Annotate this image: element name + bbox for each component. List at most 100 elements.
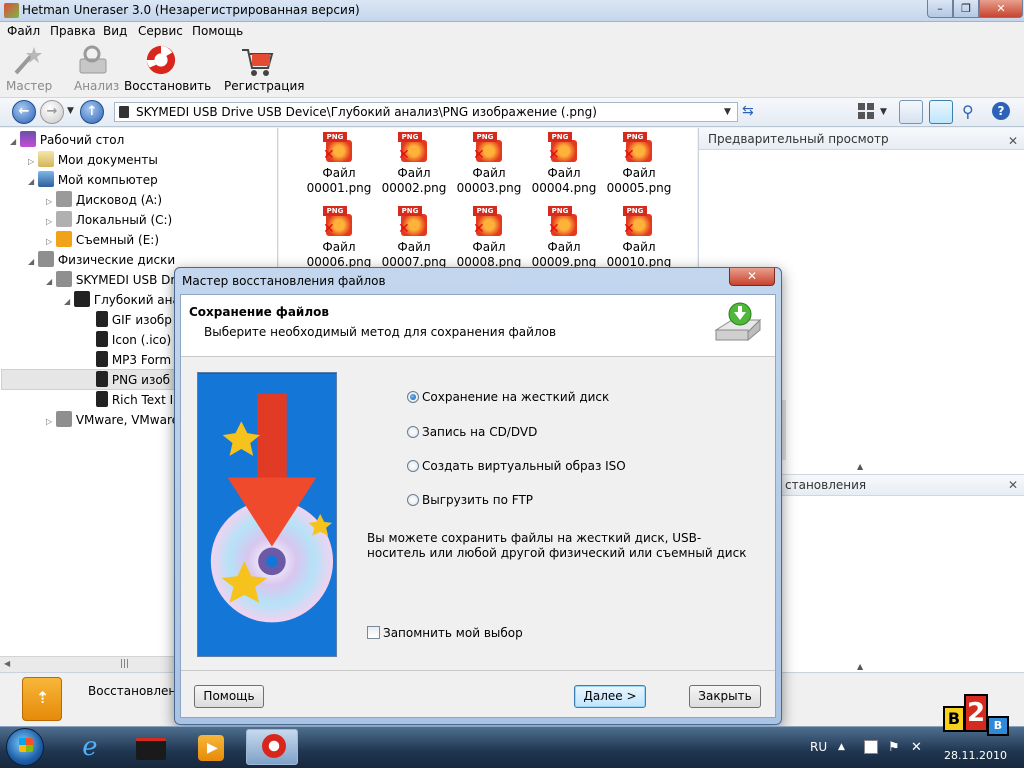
help-button[interactable]: Помощь <box>194 685 264 708</box>
history-dropdown-icon[interactable]: ▼ <box>67 106 74 116</box>
usb-disk-icon <box>55 271 72 287</box>
collapse-up-icon-2[interactable]: ▲ <box>857 662 863 671</box>
menu-file[interactable]: Файл <box>7 24 40 38</box>
back-arrow-icon[interactable]: ← <box>12 100 36 124</box>
png-file-icon: PNG ✕ <box>548 132 580 164</box>
file-item[interactable]: PNG ✕ Файл 00004.png <box>529 132 599 196</box>
tree-item-physical[interactable]: ◢ Физические диски <box>28 251 175 271</box>
png-file-icon: PNG ✕ <box>623 132 655 164</box>
tray-date[interactable]: 28.11.2010 <box>944 749 1007 762</box>
view-grid-icon[interactable] <box>857 102 875 120</box>
cart-register-icon[interactable] <box>240 46 274 78</box>
file-name-line1: Файл <box>547 166 581 180</box>
ftp-upload-label[interactable]: Выгрузить по FTP <box>422 493 533 507</box>
tree-item-deep-analysis[interactable]: ◢ Глубокий ана <box>64 291 180 311</box>
search-icon[interactable]: ⚲ <box>962 102 974 121</box>
menu-view[interactable]: Вид <box>103 24 127 38</box>
minimize-button[interactable]: – <box>927 0 953 18</box>
save-hdd-label[interactable]: Сохранение на жесткий диск <box>422 390 609 404</box>
dialog-close-button[interactable]: ✕ <box>729 268 775 286</box>
next-button[interactable]: Далее > <box>574 685 646 708</box>
ftp-upload-radio[interactable] <box>407 494 419 506</box>
save-hint-text: Вы можете сохранить файлы на жесткий дис… <box>367 531 747 560</box>
tray-expand-icon[interactable]: ▲ <box>838 742 845 752</box>
file-item[interactable]: PNG ✕ Файл 00009.png <box>529 206 599 270</box>
deleted-mark-icon: ✕ <box>323 221 335 237</box>
tree-item-computer[interactable]: ◢ Мой компьютер <box>28 171 158 191</box>
lifebuoy-restore-icon[interactable] <box>144 44 178 76</box>
action-center-icon[interactable]: ⚑ <box>888 740 900 755</box>
volume-icon[interactable]: ✕ <box>911 740 922 755</box>
tree-item-desktop[interactable]: ◢ Рабочий стол <box>10 131 124 151</box>
preview-close-icon[interactable]: ✕ <box>1008 134 1018 148</box>
tree-item-removable[interactable]: ▷ Съемный (E:) <box>46 231 159 251</box>
view-dropdown-icon[interactable]: ▼ <box>880 107 887 117</box>
refresh-icon[interactable]: ⇆ <box>742 103 754 119</box>
panel-layout-icon[interactable] <box>899 100 923 124</box>
badge-letter-v: B <box>987 716 1009 736</box>
desktop-icon <box>19 131 36 147</box>
tree-item-local[interactable]: ▷ Локальный (C:) <box>46 211 172 231</box>
forward-arrow-icon[interactable]: → <box>40 100 64 124</box>
media-folder-icon[interactable] <box>136 738 166 760</box>
wizard-wand-icon[interactable] <box>10 45 44 77</box>
save-icon[interactable] <box>929 100 953 124</box>
remember-choice-label[interactable]: Запомнить мой выбор <box>383 626 523 640</box>
png-file-icon: PNG ✕ <box>623 206 655 238</box>
analysis-label[interactable]: Анализ <box>74 79 119 93</box>
save-hdd-radio[interactable] <box>407 391 419 403</box>
drive-small-icon <box>119 106 129 118</box>
menu-service[interactable]: Сервис <box>138 24 183 38</box>
tree-item-icon[interactable]: Icon (.ico) <box>96 331 171 351</box>
file-name-line1: Файл <box>622 240 656 254</box>
file-item[interactable]: PNG ✕ Файл 00005.png <box>604 132 674 196</box>
maximize-button[interactable]: ❐ <box>953 0 979 18</box>
physical-disks-icon <box>37 251 54 267</box>
tree-item-mp3[interactable]: MP3 Form <box>96 351 171 371</box>
tree-item-documents[interactable]: ▷ Мои документы <box>28 151 158 171</box>
deleted-mark-icon: ✕ <box>623 147 635 163</box>
file-item[interactable]: PNG ✕ Файл 00008.png <box>454 206 524 270</box>
wizard-label[interactable]: Мастер <box>6 79 52 93</box>
menu-help[interactable]: Помощь <box>192 24 243 38</box>
remember-choice-checkbox[interactable] <box>367 626 380 639</box>
restore-label[interactable]: Восстановить <box>124 79 211 93</box>
tree-item-floppy[interactable]: ▷ Дисковод (A:) <box>46 191 162 211</box>
network-icon[interactable] <box>864 740 878 754</box>
folder-icon <box>96 311 108 327</box>
input-language[interactable]: RU <box>810 740 827 754</box>
collapse-up-icon[interactable]: ▲ <box>857 462 863 471</box>
badge-letter-b: B <box>943 706 965 732</box>
up-arrow-icon[interactable]: ↑ <box>80 100 104 124</box>
help-icon[interactable]: ? <box>992 102 1010 120</box>
burn-cd-label[interactable]: Запись на CD/DVD <box>422 425 537 439</box>
register-label[interactable]: Регистрация <box>224 79 304 93</box>
file-item[interactable]: PNG ✕ Файл 00007.png <box>379 206 449 270</box>
close-dialog-button[interactable]: Закрыть <box>689 685 761 708</box>
deleted-mark-icon: ✕ <box>473 147 485 163</box>
file-item[interactable]: PNG ✕ Файл 00006.png <box>304 206 374 270</box>
file-item[interactable]: PNG ✕ Файл 00003.png <box>454 132 524 196</box>
tree-item-rtf[interactable]: Rich Text I <box>96 391 173 411</box>
file-item[interactable]: PNG ✕ Файл 00002.png <box>379 132 449 196</box>
analysis-icon[interactable] <box>76 45 110 77</box>
folder-icon <box>96 391 108 407</box>
restore-panel-close-icon[interactable]: ✕ <box>1008 478 1018 492</box>
address-dropdown-icon[interactable]: ▼ <box>724 107 731 117</box>
file-name-line1: Файл <box>322 240 356 254</box>
scroll-grip-icon[interactable]: ||| <box>120 659 129 669</box>
file-name-line1: Файл <box>547 240 581 254</box>
tree-item-png[interactable]: PNG изоб <box>96 371 170 391</box>
close-button[interactable]: ✕ <box>979 0 1023 18</box>
scroll-left-icon[interactable]: ◀ <box>4 659 10 668</box>
burn-cd-radio[interactable] <box>407 426 419 438</box>
file-item[interactable]: PNG ✕ Файл 00001.png <box>304 132 374 196</box>
tree-item-usb[interactable]: ◢ SKYMEDI USB Driv <box>46 271 186 291</box>
tree-item-gif[interactable]: GIF изобр <box>96 311 172 331</box>
tree-item-vmware[interactable]: ▷ VMware, VMware <box>46 411 179 431</box>
iso-image-label[interactable]: Создать виртуальный образ ISO <box>422 459 626 473</box>
internet-explorer-icon[interactable]: ℯ <box>64 729 116 765</box>
iso-image-radio[interactable] <box>407 460 419 472</box>
menu-edit[interactable]: Правка <box>50 24 96 38</box>
file-item[interactable]: PNG ✕ Файл 00010.png <box>604 206 674 270</box>
